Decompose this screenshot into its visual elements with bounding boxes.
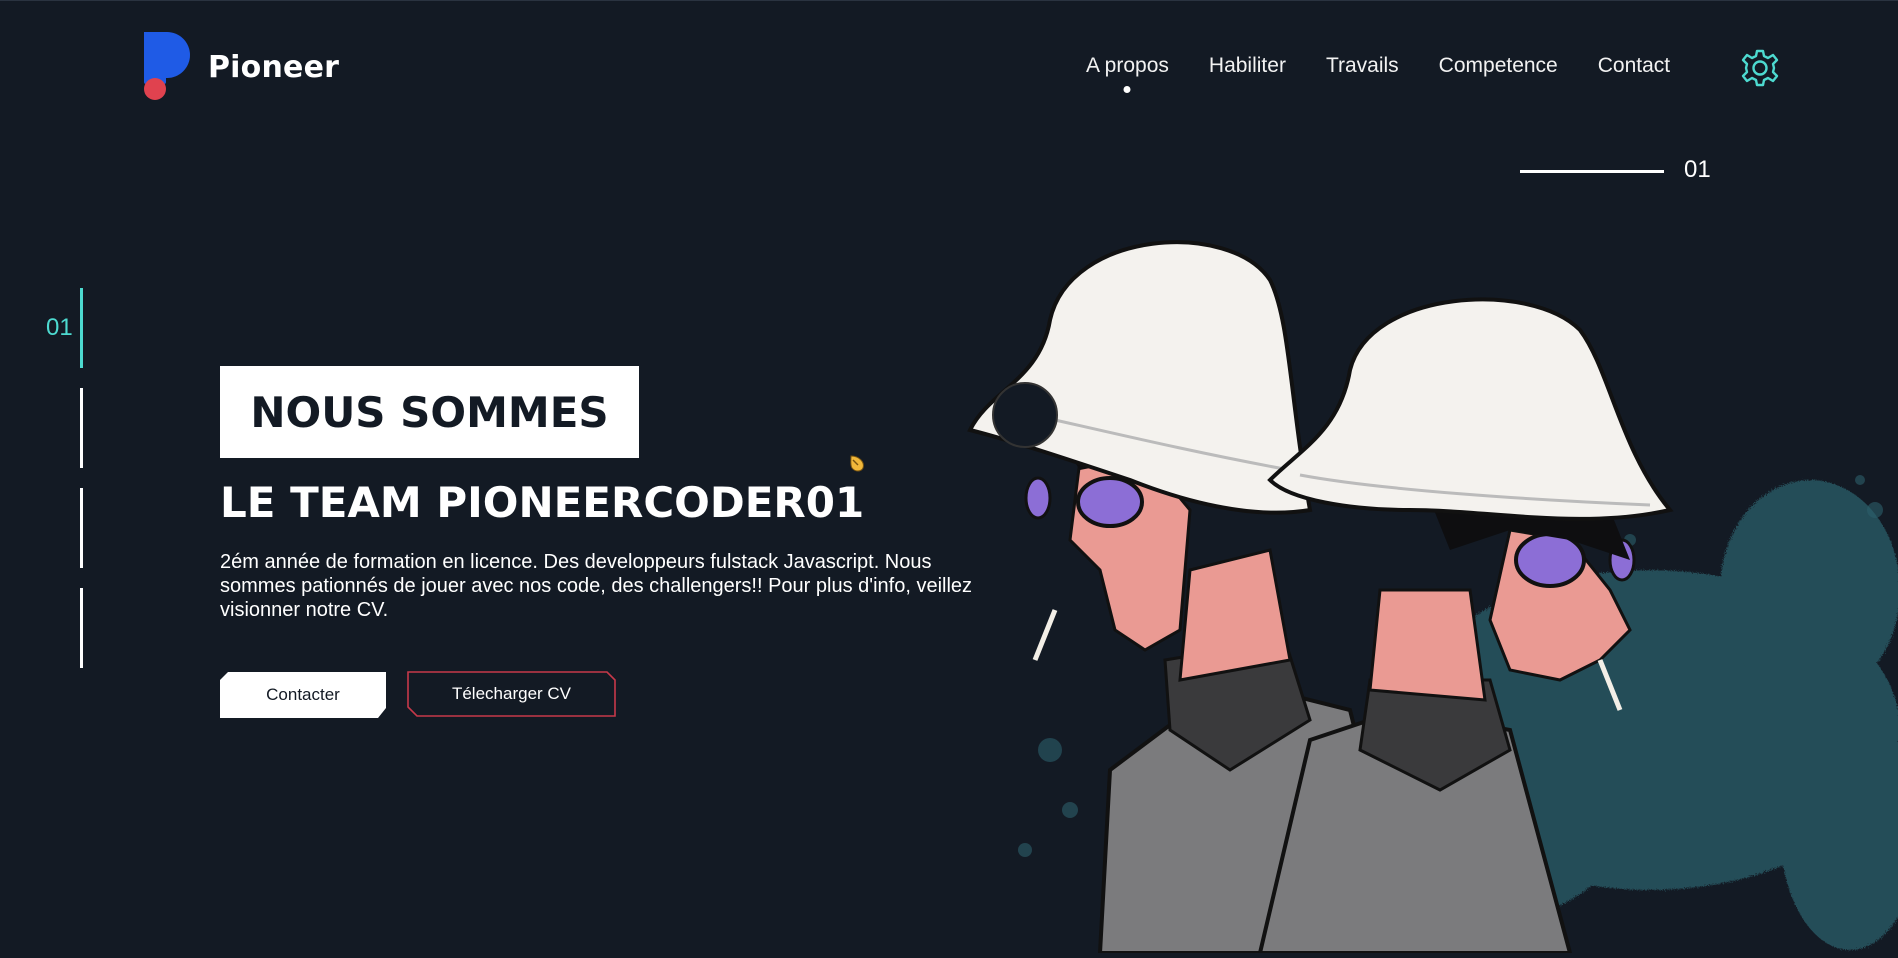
contact-button[interactable]: Contacter [220,672,386,718]
hero-illustration [930,210,1898,955]
nav-item-travails[interactable]: Travails [1326,54,1399,78]
nav-item-habiliter[interactable]: Habiliter [1209,54,1286,78]
hero-subtitle: LE TEAM PIONEERCODER01 [220,478,865,527]
slide-indicator-1[interactable] [80,288,83,368]
logo-mark-icon [142,32,192,102]
mouse-cursor-icon [847,454,867,474]
brand-logo[interactable]: Pioneer [142,32,362,102]
slide-indicator-4[interactable] [80,588,83,668]
side-slide-counter: 01 [46,314,73,341]
slide-indicator-3[interactable] [80,488,83,568]
top-border [0,0,1898,1]
hero-title: NOUS SOMMES [250,387,609,437]
download-cv-label: Télecharger CV [451,684,572,703]
nav-item-competence[interactable]: Competence [1439,54,1558,78]
hero-title-box: NOUS SOMMES [220,366,639,458]
brand-name: Pioneer [208,49,340,85]
download-cv-button[interactable]: Télecharger CV [407,671,616,717]
slide-indicator-2[interactable] [80,388,83,468]
main-nav: A propos Habiliter Travails Competence C… [1086,54,1670,78]
gear-icon[interactable] [1740,48,1780,88]
hero-description: 2ém année de formation en licence. Des d… [220,551,973,621]
slide-progress-line [1520,170,1664,173]
nav-item-a-propos[interactable]: A propos [1086,54,1169,78]
nav-item-contact[interactable]: Contact [1598,54,1670,78]
slide-counter: 01 [1684,156,1711,183]
